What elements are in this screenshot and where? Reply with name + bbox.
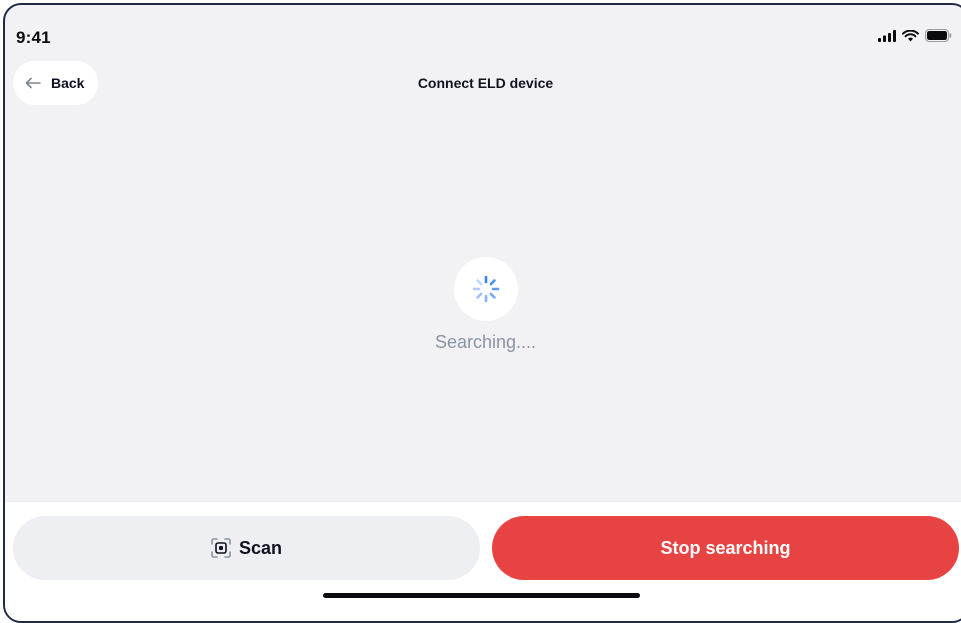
scan-button[interactable]: Scan [13,516,480,580]
stop-searching-label: Stop searching [660,537,791,558]
navigation-bar: Back Connect ELD device [5,61,961,107]
status-bar: 9:41 [5,5,961,63]
loading-spinner-icon [472,275,500,303]
battery-icon [925,29,952,42]
scan-frame-icon [211,538,231,558]
bottom-action-bar: Scan Stop searching [5,501,961,621]
searching-status-text: Searching.... [434,332,537,352]
page-title: Connect ELD device [417,75,554,91]
status-icons [878,29,952,42]
status-time: 9:41 [16,28,51,47]
stop-searching-button[interactable]: Stop searching [492,516,959,580]
wifi-icon [902,29,919,41]
cellular-signal-icon [878,29,896,42]
device-frame: 9:41 Back Connect ELD device Searching..… [3,3,961,623]
loading-spinner [454,257,518,321]
home-indicator[interactable] [323,593,640,598]
scan-button-label: Scan [238,537,283,558]
